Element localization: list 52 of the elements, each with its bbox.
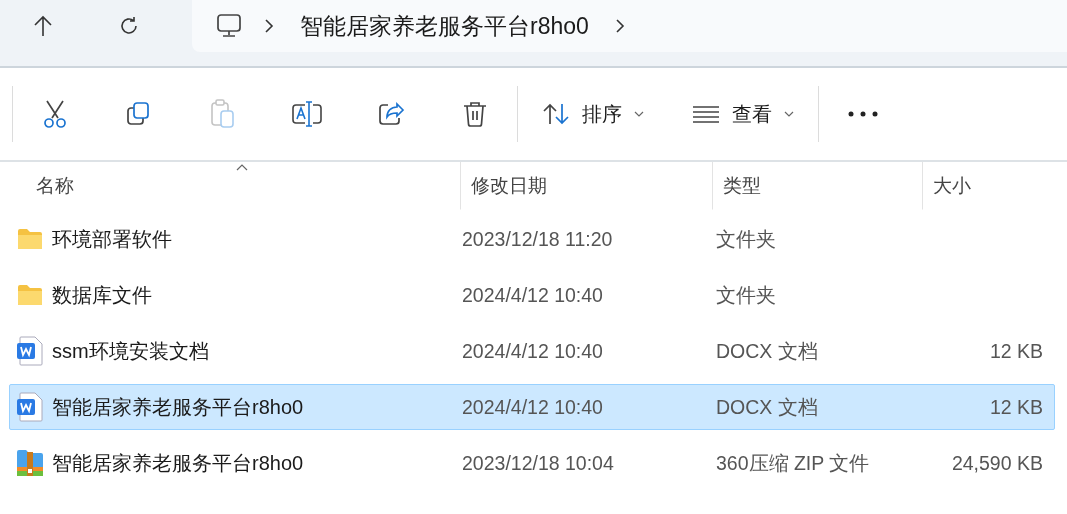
modified-date: 2024/4/12 10:40	[462, 395, 603, 418]
refresh-icon	[118, 15, 140, 37]
file-type: 文件夹	[716, 283, 776, 306]
file-name: 数据库文件	[52, 282, 152, 308]
column-header[interactable]: 修改日期	[471, 172, 547, 199]
view-button[interactable]: 查看	[668, 89, 818, 139]
file-row[interactable]: 智能居家养老服务平台r8ho0 2023/12/18 10:04 360压缩 ZIP 文件 24,590 KB	[9, 440, 1055, 486]
file-type: 360压缩 ZIP 文件	[716, 451, 870, 474]
sort-button[interactable]: 排序	[518, 89, 668, 139]
file-type: DOCX 文档	[716, 395, 818, 418]
file-name: 智能居家养老服务平台r8ho0	[52, 450, 304, 476]
up-arrow-icon	[32, 14, 54, 38]
document-icon	[17, 336, 43, 366]
address-bar[interactable]: 智能居家养老服务平台r8ho0	[192, 0, 1067, 52]
archive-icon	[16, 449, 44, 477]
trash-icon	[463, 100, 487, 128]
monitor-icon	[216, 13, 242, 39]
more-icon	[848, 111, 878, 117]
caret-icon	[784, 111, 794, 117]
lines-icon	[692, 105, 720, 123]
chevron-icon	[264, 18, 274, 34]
folder-icon	[17, 284, 43, 306]
modified-date: 2024/4/12 10:40	[462, 339, 603, 362]
sort-arrows-icon	[542, 102, 570, 126]
scissors-icon	[42, 99, 68, 129]
file-type: DOCX 文档	[716, 339, 818, 362]
column-header[interactable]: 名称	[36, 172, 74, 199]
modified-date: 2023/12/18 10:04	[462, 451, 614, 474]
file-size: 12 KB	[989, 339, 1043, 362]
breadcrumb-item[interactable]: 智能居家养老服务平台r8ho0	[296, 10, 593, 42]
rename-icon	[291, 100, 323, 128]
file-size: 24,590 KB	[951, 451, 1043, 474]
clipboard-icon	[210, 99, 236, 129]
document-icon	[17, 392, 43, 422]
modified-date: 2024/4/12 10:40	[462, 283, 603, 306]
file-type: 文件夹	[716, 227, 776, 250]
caret-icon	[634, 111, 644, 117]
modified-date: 2023/12/18 11:20	[462, 227, 613, 250]
file-name: 智能居家养老服务平台r8ho0	[52, 394, 304, 420]
column-header[interactable]: 类型	[723, 172, 761, 199]
copy-icon	[126, 101, 152, 127]
file-name: 环境部署软件	[52, 226, 172, 252]
chevron-icon	[614, 18, 625, 34]
file-size: 12 KB	[989, 395, 1043, 418]
file-row[interactable]: 环境部署软件 2023/12/18 11:20 文件夹	[9, 216, 1055, 262]
share-icon	[377, 101, 405, 127]
folder-icon	[17, 228, 43, 250]
file-row[interactable]: 智能居家养老服务平台r8ho0 2024/4/12 10:40 DOCX 文档 12 KB	[9, 384, 1055, 430]
file-name: ssm环境安装文档	[52, 338, 209, 364]
file-row[interactable]: ssm环境安装文档 2024/4/12 10:40 DOCX 文档 12 KB	[9, 328, 1055, 374]
column-header[interactable]: 大小	[933, 172, 971, 199]
file-row[interactable]: 数据库文件 2024/4/12 10:40 文件夹	[9, 272, 1055, 318]
